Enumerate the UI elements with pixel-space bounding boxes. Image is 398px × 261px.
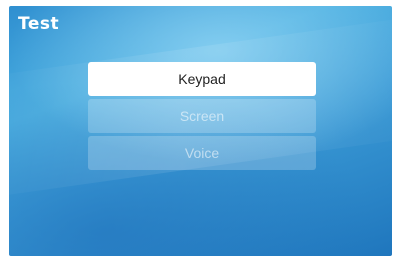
test-menu: Keypad Screen Voice	[88, 62, 316, 173]
device-screen: Test Keypad Screen Voice	[9, 6, 392, 256]
page-title: Test	[18, 14, 60, 34]
menu-item-screen[interactable]: Screen	[88, 99, 316, 133]
menu-item-label: Voice	[184, 145, 220, 161]
menu-item-label: Screen	[179, 108, 225, 124]
menu-item-voice[interactable]: Voice	[88, 136, 316, 170]
menu-item-label: Keypad	[178, 71, 226, 87]
menu-item-keypad[interactable]: Keypad	[88, 62, 316, 96]
